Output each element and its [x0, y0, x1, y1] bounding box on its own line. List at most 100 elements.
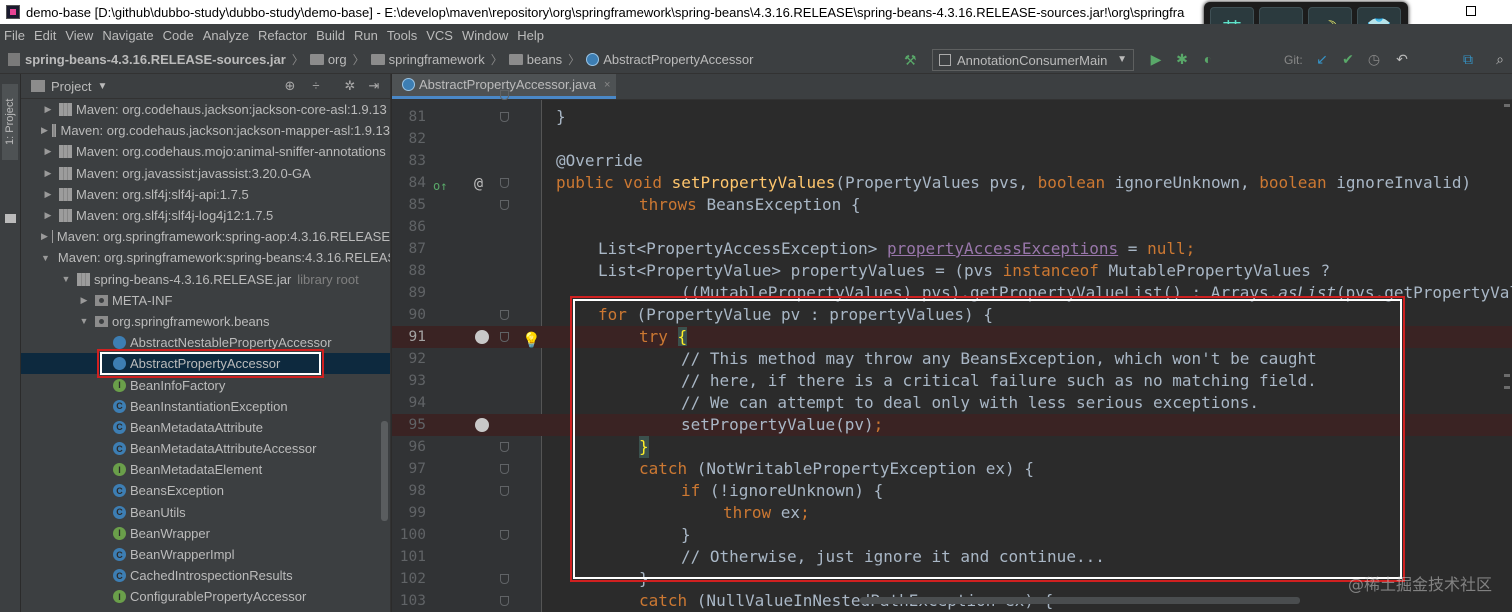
list-item[interactable]: C CachedIntrospectionResults — [21, 565, 390, 586]
tree-scrollbar[interactable] — [381, 421, 388, 521]
coverage-icon[interactable]: ◐ — [1200, 51, 1216, 67]
breadcrumb-jar[interactable]: spring-beans-4.3.16.RELEASE-sources.jar — [8, 52, 286, 67]
expand-arrow-icon[interactable]: ▶ — [41, 125, 48, 136]
list-item[interactable]: ▼ spring-beans-4.3.16.RELEASE.jar library … — [21, 269, 390, 290]
project-tool-tab[interactable]: 1: Project — [2, 84, 18, 160]
menu-view[interactable]: View — [65, 28, 93, 43]
list-item[interactable]: ▼ Maven: org.springframework:spring-beans… — [21, 247, 390, 268]
translate-icon[interactable]: ⧉ — [1460, 51, 1476, 67]
locate-icon[interactable]: ⊕ — [283, 79, 297, 93]
menu-edit[interactable]: Edit — [34, 28, 56, 43]
collapse-arrow-icon[interactable]: ▼ — [59, 274, 73, 284]
build-hammer-icon[interactable]: ⚒ — [904, 52, 918, 68]
vcs-history-icon[interactable]: ◷ — [1366, 51, 1382, 67]
list-item[interactable]: ▶ Maven: org.javassist:javassist:3.20.0-G… — [21, 163, 390, 184]
code-line[interactable]: 102} — [392, 568, 1512, 590]
restore-window-icon[interactable] — [1466, 6, 1476, 16]
expand-arrow-icon[interactable]: ▶ — [41, 168, 55, 179]
breakpoint-icon[interactable] — [475, 418, 489, 432]
list-item[interactable]: AbstractNestablePropertyAccessor — [21, 332, 390, 353]
project-view-selector[interactable]: Project — [51, 79, 91, 94]
code-line-breakpoint[interactable]: 91 💡 try { — [392, 326, 1512, 349]
menu-window[interactable]: Window — [462, 28, 508, 43]
fold-marker-icon[interactable] — [500, 464, 509, 474]
expand-arrow-icon[interactable]: ▶ — [41, 210, 55, 221]
code-line[interactable]: 90 for (PropertyValue pv : propertyValues… — [392, 304, 1512, 326]
code-line[interactable]: 98 if (!ignoreUnknown) { — [392, 480, 1512, 502]
vcs-commit-icon[interactable]: ✔ — [1340, 51, 1356, 67]
fold-marker-icon[interactable] — [500, 596, 509, 606]
list-item[interactable]: C BeansException — [21, 480, 390, 501]
fold-marker-icon[interactable] — [500, 332, 509, 342]
expand-arrow-icon[interactable]: ▶ — [41, 104, 55, 115]
list-item[interactable]: C BeanMetadataAttribute — [21, 417, 390, 438]
code-line[interactable]: 82 — [392, 128, 1512, 150]
folder-icon[interactable] — [5, 214, 16, 223]
list-item[interactable]: ▶ Maven: org.codehaus.mojo:animal-sniffer… — [21, 141, 390, 162]
list-item[interactable]: ▶ Maven: org.slf4j:slf4j-api:1.7.5 — [21, 184, 390, 205]
list-item[interactable]: C BeanWrapperImpl — [21, 544, 390, 565]
list-item-selected[interactable]: AbstractPropertyAccessor — [21, 353, 390, 375]
code-line[interactable] — [392, 84, 1512, 106]
list-item[interactable]: I BeanInfoFactory — [21, 374, 390, 395]
code-line[interactable]: 101// Otherwise, just ignore it and cont… — [392, 546, 1512, 568]
list-item[interactable]: ▶ Maven: org.slf4j:slf4j-log4j12:1.7.5 — [21, 205, 390, 226]
breadcrumb-springframework[interactable]: springframework — [370, 52, 485, 67]
editor-horizontal-scrollbar[interactable] — [860, 597, 1300, 604]
menu-refactor[interactable]: Refactor — [258, 28, 307, 43]
fold-marker-icon[interactable] — [500, 486, 509, 496]
code-line[interactable]: 83 @Override — [392, 150, 1512, 172]
code-line[interactable]: 93// here, if there is a critical failur… — [392, 370, 1512, 392]
code-line[interactable]: 85 throws BeansException { — [392, 194, 1512, 216]
list-item[interactable]: ▼ org.springframework.beans — [21, 311, 390, 332]
collapse-arrow-icon[interactable]: ▼ — [77, 316, 91, 326]
menu-run[interactable]: Run — [354, 28, 378, 43]
fold-marker-icon[interactable] — [500, 574, 509, 584]
list-item[interactable]: I BeanMetadataElement — [21, 459, 390, 480]
gear-icon[interactable]: ✲ — [343, 79, 357, 93]
expand-arrow-icon[interactable]: ▶ — [41, 189, 55, 200]
breakpoint-icon[interactable] — [475, 330, 489, 344]
code-line-breakpoint[interactable]: 95 setPropertyValue(pv); — [392, 414, 1512, 436]
collapse-arrow-icon[interactable]: ▼ — [41, 253, 50, 263]
expand-arrow-icon[interactable]: ▶ — [41, 231, 48, 242]
list-item[interactable]: I BeanWrapper — [21, 523, 390, 544]
fold-marker-icon[interactable] — [500, 530, 509, 540]
list-item[interactable]: ▶ Maven: org.springframework:spring-aop:4… — [21, 226, 390, 247]
code-line[interactable]: 89 ((MutablePropertyValues) pvs).getPrope… — [392, 282, 1512, 304]
fold-marker-icon[interactable] — [500, 90, 509, 100]
error-stripe-marker[interactable] — [1504, 374, 1510, 377]
breadcrumb-org[interactable]: org — [309, 52, 347, 67]
hide-icon[interactable]: ⇥ — [367, 79, 381, 93]
collapse-all-icon[interactable]: ÷ — [309, 79, 323, 93]
code-line[interactable]: 81} — [392, 106, 1512, 128]
chevron-down-icon[interactable]: ▼ — [97, 81, 107, 92]
menu-vcs[interactable]: VCS — [426, 28, 453, 43]
breadcrumb-class[interactable]: AbstractPropertyAccessor — [586, 52, 753, 67]
code-line[interactable]: 92// This method may throw any BeansExce… — [392, 348, 1512, 370]
search-everywhere-icon[interactable]: ⌕ — [1492, 51, 1508, 67]
error-stripe-marker[interactable] — [1504, 104, 1510, 107]
fold-marker-icon[interactable] — [500, 310, 509, 320]
fold-marker-icon[interactable] — [500, 200, 509, 210]
code-line[interactable]: 100} — [392, 524, 1512, 546]
list-item[interactable]: ▶ Maven: org.codehaus.jackson:jackson-cor… — [21, 99, 390, 120]
menu-navigate[interactable]: Navigate — [102, 28, 153, 43]
menu-tools[interactable]: Tools — [387, 28, 417, 43]
code-line[interactable]: 86 — [392, 216, 1512, 238]
fold-marker-icon[interactable] — [500, 178, 509, 188]
list-item[interactable]: ▶ META-INF — [21, 290, 390, 311]
code-line[interactable]: 97 catch (NotWritablePropertyException ex… — [392, 458, 1512, 480]
fold-marker-icon[interactable] — [500, 112, 509, 122]
list-item[interactable]: ▶ Maven: org.codehaus.jackson:jackson-map… — [21, 120, 390, 141]
expand-arrow-icon[interactable]: ▶ — [41, 146, 55, 157]
menu-build[interactable]: Build — [316, 28, 345, 43]
code-line[interactable]: 84 o↑ @ public void setPropertyValues(Prope… — [392, 172, 1512, 194]
breadcrumb-beans[interactable]: beans — [508, 52, 562, 67]
error-stripe-marker[interactable] — [1504, 386, 1510, 389]
code-line[interactable]: 87 List<PropertyAccessException> property… — [392, 238, 1512, 260]
list-item[interactable]: C BeanMetadataAttributeAccessor — [21, 438, 390, 459]
vcs-update-icon[interactable]: ↙ — [1314, 51, 1330, 67]
menu-analyze[interactable]: Analyze — [203, 28, 249, 43]
code-line[interactable]: 96} — [392, 436, 1512, 458]
